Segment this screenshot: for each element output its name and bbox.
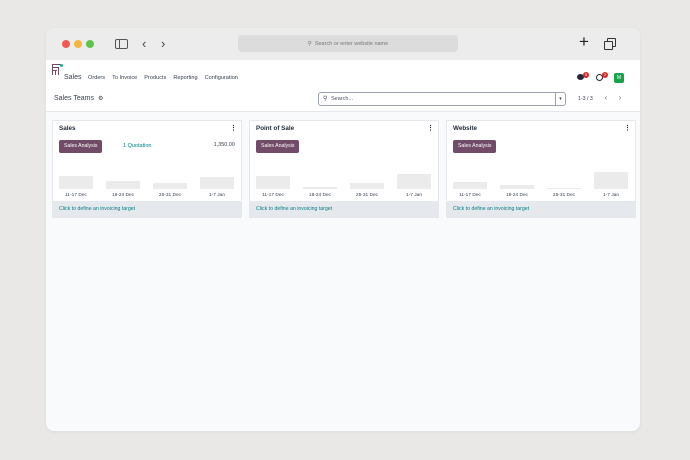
- app-navbar: Sales Orders To Invoice Products Reporti…: [46, 60, 640, 86]
- card-menu-icon[interactable]: ⋮: [624, 124, 631, 132]
- user-avatar[interactable]: M: [614, 73, 624, 83]
- graph-week-label: 11-17 Dec: [262, 193, 284, 198]
- card-menu-icon[interactable]: ⋮: [427, 124, 434, 132]
- team-card-website[interactable]: Website ⋮ Sales Analysis 11-17 Dec 18-24 …: [446, 120, 636, 218]
- browser-chrome: ‹ › ⚲ Search or enter website name +: [46, 28, 640, 60]
- graph-bar: [106, 181, 140, 189]
- tab-overview-icon[interactable]: [604, 38, 616, 50]
- graph-bar: [453, 182, 487, 189]
- sales-analysis-button[interactable]: Sales Analysis: [453, 140, 497, 153]
- forward-arrow-icon[interactable]: ›: [161, 36, 165, 52]
- team-card-sales[interactable]: Sales ⋮ Sales Analysis 1 Quotation 1,350…: [52, 120, 242, 218]
- graph-week-label: 1-7 Jan: [209, 193, 225, 198]
- sales-analysis-button[interactable]: Sales Analysis: [256, 140, 300, 153]
- close-window-button[interactable]: [62, 40, 70, 48]
- graph-bar: [547, 188, 581, 189]
- pager-next-button[interactable]: ›: [615, 92, 625, 104]
- menu-item-orders[interactable]: Orders: [88, 75, 105, 81]
- graph-bar: [303, 187, 337, 189]
- graph-week-label: 18-24 Dec: [505, 193, 529, 198]
- address-bar[interactable]: ⚲ Search or enter website name: [238, 35, 458, 52]
- graph-week-label: 25-31 Dec: [552, 193, 576, 198]
- menu-item-products[interactable]: Products: [144, 75, 166, 81]
- sidebar-toggle-icon[interactable]: [115, 39, 128, 49]
- graph-week-label: 1-7 Jan: [603, 193, 619, 198]
- menu-item-configuration[interactable]: Configuration: [205, 75, 238, 81]
- app-name[interactable]: Sales: [64, 74, 82, 81]
- pager-previous-button[interactable]: ‹: [601, 92, 611, 104]
- sales-analysis-button[interactable]: Sales Analysis: [59, 140, 103, 153]
- menu-item-to-invoice[interactable]: To Invoice: [112, 75, 137, 81]
- invoicing-target-link[interactable]: Click to define an invoicing target: [250, 201, 438, 217]
- sales-graph[interactable]: 11-17 Dec 18-24 Dec 25-31 Dec 1-7 Jan: [59, 161, 239, 198]
- new-tab-plus-icon[interactable]: +: [579, 33, 589, 50]
- card-title: Sales: [59, 125, 76, 132]
- pager-value[interactable]: 1-3 / 3: [578, 96, 593, 102]
- activity-badge: 2: [602, 72, 608, 78]
- graph-bar: [594, 172, 628, 189]
- messages-badge: 5: [583, 72, 589, 78]
- menu-item-reporting[interactable]: Reporting: [173, 75, 197, 81]
- invoicing-target-link[interactable]: Click to define an invoicing target: [447, 201, 635, 217]
- breadcrumb: Sales Teams ⚙: [54, 95, 103, 102]
- address-bar-placeholder: Search or enter website name: [314, 40, 389, 47]
- sales-app-logo-icon[interactable]: [52, 64, 63, 75]
- graph-bar: [59, 176, 93, 189]
- sales-graph[interactable]: 11-17 Dec 18-24 Dec 25-31 Dec 1-7 Jan: [453, 161, 633, 198]
- sales-graph[interactable]: 11-17 Dec 18-24 Dec 25-31 Dec 1-7 Jan: [256, 161, 436, 198]
- graph-bar: [350, 183, 384, 189]
- search-box: ⚲ ▾: [318, 92, 566, 106]
- team-card-point-of-sale[interactable]: Point of Sale ⋮ Sales Analysis 11-17 Dec…: [249, 120, 439, 218]
- graph-week-label: 18-24 Dec: [308, 193, 332, 198]
- magnifier-icon: ⚲: [307, 40, 312, 47]
- main-menu: Orders To Invoice Products Reporting Con…: [88, 75, 245, 81]
- card-title: Point of Sale: [256, 125, 295, 132]
- graph-week-label: 11-17 Dec: [65, 193, 87, 198]
- search-options-toggle[interactable]: ▾: [555, 93, 565, 105]
- graph-bar: [500, 185, 534, 189]
- control-panel: Sales Teams ⚙ ⚲ ▾ 1-3 / 3 ‹ ›: [46, 86, 640, 112]
- maximize-window-button[interactable]: [86, 40, 94, 48]
- graph-week-label: 25-31 Dec: [355, 193, 379, 198]
- graph-week-label: 11-17 Dec: [459, 193, 481, 198]
- graph-bar: [397, 174, 431, 189]
- quotation-amount: 1,350.00: [213, 142, 235, 148]
- graph-bar: [200, 177, 234, 189]
- graph-week-label: 18-24 Dec: [111, 193, 135, 198]
- graph-week-label: 25-31 Dec: [158, 193, 182, 198]
- graph-bar: [153, 183, 187, 189]
- search-input[interactable]: [331, 94, 551, 104]
- graph-week-label: 1-7 Jan: [406, 193, 422, 198]
- invoicing-target-link[interactable]: Click to define an invoicing target: [53, 201, 241, 217]
- gear-icon[interactable]: ⚙: [98, 95, 103, 102]
- browser-window: ‹ › ⚲ Search or enter website name + Sal…: [46, 28, 640, 431]
- minimize-window-button[interactable]: [74, 40, 82, 48]
- back-arrow-icon[interactable]: ‹: [142, 36, 146, 52]
- graph-bar: [256, 176, 290, 189]
- quotation-link[interactable]: 1 Quotation: [123, 143, 151, 149]
- activity-clock-icon[interactable]: 2: [596, 72, 608, 82]
- messages-icon[interactable]: 5: [577, 72, 589, 82]
- card-title: Website: [453, 125, 478, 132]
- card-menu-icon[interactable]: ⋮: [230, 124, 237, 132]
- search-icon: ⚲: [323, 96, 328, 102]
- page-title: Sales Teams: [54, 95, 94, 102]
